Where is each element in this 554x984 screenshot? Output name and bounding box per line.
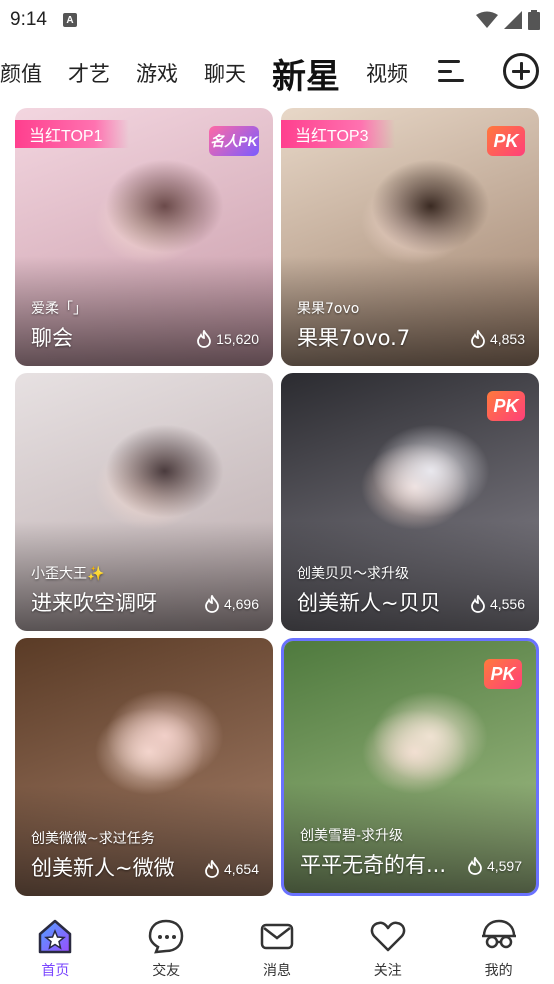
live-room-card[interactable]: 小歪大王✨ 进来吹空调呀 4,696 bbox=[15, 373, 273, 631]
nav-home[interactable]: 首页 bbox=[15, 916, 95, 980]
tab-xinxing[interactable]: 新星 bbox=[272, 49, 340, 112]
heat-value: 4,853 bbox=[489, 331, 525, 347]
status-time: 9:14 bbox=[10, 9, 47, 30]
status-left: 9:14 A bbox=[10, 9, 77, 31]
room-title: 聊会 bbox=[31, 326, 73, 350]
heat-count: 15,620 bbox=[196, 330, 259, 348]
nav-jiaoyou-label: 交友 bbox=[152, 963, 181, 979]
rank-badge: 当红TOP3 bbox=[281, 120, 395, 148]
flame-icon bbox=[471, 595, 485, 613]
heat-value: 4,696 bbox=[223, 596, 259, 612]
flame-icon bbox=[468, 857, 482, 875]
room-title: 果果7ovo.7 bbox=[297, 326, 411, 350]
tab-row: 颜值 才艺 游戏 聊天 新星 视频 bbox=[0, 57, 434, 112]
menu-icon[interactable] bbox=[438, 56, 468, 86]
heat-value: 4,597 bbox=[486, 858, 522, 874]
pk-badge: PK bbox=[484, 659, 522, 689]
room-title: 平平无奇的有... bbox=[300, 853, 447, 877]
bottom-nav: 首页 交友 消息 关注 我的 bbox=[0, 906, 554, 984]
heart-icon bbox=[370, 921, 406, 952]
nav-guanzhu-label: 关注 bbox=[373, 963, 402, 979]
status-bar: 9:14 A bbox=[0, 0, 554, 40]
nav-jiaoyou[interactable]: 交友 bbox=[126, 916, 206, 980]
room-title: 创美新人~微微 bbox=[31, 856, 175, 880]
live-room-card[interactable]: PK 创美雪碧-求升级平平无奇的有... 4,597 bbox=[281, 638, 539, 896]
wifi-icon bbox=[476, 11, 498, 28]
heat-count: 4,696 bbox=[204, 595, 259, 613]
streamer-subtitle: 创美雪碧-求升级 bbox=[300, 828, 404, 844]
nav-wode[interactable]: 我的 bbox=[459, 916, 539, 980]
heat-value: 15,620 bbox=[216, 331, 259, 347]
battery-icon bbox=[528, 10, 540, 30]
live-room-card[interactable]: 当红TOP1 名人PK 爱柔「」聊会 15,620 bbox=[15, 108, 273, 366]
live-room-card[interactable]: 当红TOP3 PK 果果7ovo 果果7ovo.7 4,853 bbox=[281, 108, 539, 366]
add-icon[interactable] bbox=[503, 53, 539, 89]
streamer-subtitle: 果果7ovo bbox=[297, 301, 360, 317]
heat-value: 4,556 bbox=[489, 596, 525, 612]
streamer-subtitle: 创美贝贝～求升级 bbox=[297, 566, 409, 582]
tab-liaotian[interactable]: 聊天 bbox=[204, 58, 246, 88]
chat-bubble-icon bbox=[148, 919, 184, 954]
room-title: 创美新人~贝贝 bbox=[297, 591, 441, 615]
streamer-subtitle: 创美微微~求过任务 bbox=[31, 831, 155, 847]
tab-caiyi[interactable]: 才艺 bbox=[68, 58, 110, 88]
streamer-subtitle: 爱柔「」 bbox=[31, 301, 87, 317]
profile-glasses-icon bbox=[481, 919, 516, 949]
signal-icon bbox=[504, 11, 522, 29]
flame-icon bbox=[471, 330, 485, 348]
live-room-card[interactable]: PK 创美贝贝～求升级创美新人~贝贝 4,556 bbox=[281, 373, 539, 631]
live-room-card[interactable]: 创美微微~求过任务创美新人~微微 4,654 bbox=[15, 638, 273, 896]
notification-a-icon: A bbox=[62, 13, 77, 27]
heat-count: 4,556 bbox=[470, 595, 525, 613]
pk-badge: PK bbox=[487, 126, 525, 156]
tab-xinxing-label: 新星 bbox=[272, 56, 340, 97]
heat-count: 4,654 bbox=[204, 860, 259, 878]
rank-badge: 当红TOP1 bbox=[15, 120, 129, 148]
flame-icon bbox=[205, 595, 219, 613]
heat-value: 4,654 bbox=[223, 861, 259, 877]
pk-badge: 名人PK bbox=[209, 126, 259, 156]
heat-count: 4,853 bbox=[470, 330, 525, 348]
nav-xiaoxi[interactable]: 消息 bbox=[237, 916, 317, 980]
heat-count: 4,597 bbox=[467, 857, 522, 875]
mail-icon bbox=[260, 923, 294, 950]
streamer-subtitle: 小歪大王✨ bbox=[31, 566, 105, 582]
tab-yanzhi[interactable]: 颜值 bbox=[0, 58, 42, 88]
nav-wode-label: 我的 bbox=[484, 963, 513, 979]
flame-icon bbox=[205, 860, 219, 878]
home-icon bbox=[39, 919, 72, 954]
tab-shipin[interactable]: 视频 bbox=[366, 58, 408, 88]
room-title: 进来吹空调呀 bbox=[31, 591, 157, 615]
status-right bbox=[476, 10, 540, 30]
tab-youxi[interactable]: 游戏 bbox=[136, 58, 178, 88]
flame-icon bbox=[197, 330, 212, 348]
pk-badge: PK bbox=[487, 391, 525, 421]
nav-xiaoxi-label: 消息 bbox=[262, 963, 291, 979]
nav-home-label: 首页 bbox=[41, 963, 70, 979]
category-tabs: 颜值 才艺 游戏 聊天 新星 视频 bbox=[0, 40, 554, 112]
nav-guanzhu[interactable]: 关注 bbox=[348, 916, 428, 980]
